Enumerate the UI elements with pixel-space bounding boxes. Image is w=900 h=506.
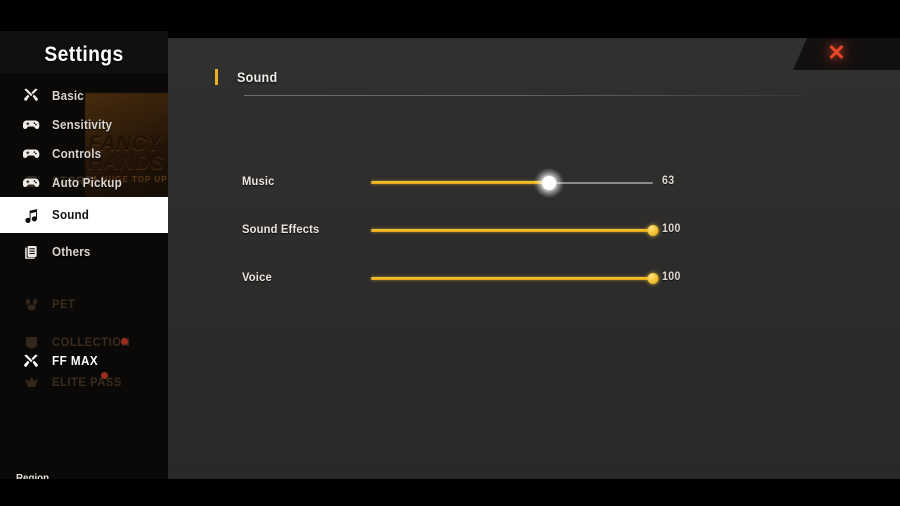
slider-knob[interactable] — [647, 273, 659, 284]
ghost-item-elite-pass: ELITE PASS — [0, 374, 127, 390]
sidebar-item-others[interactable]: Others — [0, 237, 168, 266]
slider-value: 100 — [662, 271, 681, 283]
slider-fill — [371, 229, 653, 232]
slider-row-music: Music 63 — [168, 162, 900, 210]
section-divider — [244, 95, 804, 96]
tools-icon — [22, 88, 40, 104]
letterbox-top — [0, 0, 900, 31]
page-title: Settings — [44, 43, 124, 66]
close-icon: ✕ — [827, 40, 846, 65]
sidebar-item-label: FF MAX — [52, 354, 99, 368]
music-slider[interactable] — [371, 168, 653, 198]
slider-value: 63 — [662, 175, 675, 187]
notification-dot — [121, 338, 128, 345]
sidebar-item-sound[interactable]: Sound — [0, 197, 168, 233]
sidebar-item-label: Controls — [52, 146, 102, 161]
sidebar-item-label: Auto Pickup — [52, 175, 122, 190]
section-header: Sound — [215, 69, 281, 85]
music-note-icon — [22, 207, 40, 223]
sidebar-item-label: Others — [52, 244, 91, 259]
ghost-item-pet: PET — [0, 296, 77, 312]
sidebar-item-auto-pickup[interactable]: Auto Pickup — [0, 168, 168, 197]
ghost-item-label: ELITE PASS — [52, 375, 122, 389]
slider-label: Music — [242, 174, 275, 188]
tools-icon — [22, 353, 40, 369]
sidebar: FANCY HANDS A HUGE TOP UP STORE PET COLL… — [0, 31, 168, 479]
slider-row-voice: Voice 100 — [168, 258, 900, 306]
slider-row-sound-effects: Sound Effects 100 — [168, 210, 900, 258]
gamepad-icon — [22, 146, 40, 162]
pet-icon — [22, 296, 40, 312]
slider-knob[interactable] — [647, 225, 659, 236]
sidebar-item-label: Sensitivity — [52, 117, 113, 132]
letterbox-bottom — [0, 479, 900, 506]
collection-icon — [22, 334, 40, 350]
ghost-item-collection: COLLECTION — [0, 334, 136, 350]
layers-icon — [22, 244, 40, 260]
sidebar-item-basic[interactable]: Basic — [0, 81, 168, 110]
sidebar-item-label: Basic — [52, 88, 84, 103]
elite-pass-icon — [22, 374, 40, 390]
ghost-item-label: COLLECTION — [52, 335, 131, 349]
voice-slider[interactable] — [371, 272, 659, 286]
region-block: Region Singapore — [16, 472, 67, 479]
section-title: Sound — [237, 69, 278, 85]
sidebar-nav: Basic Sensitivity Controls Auto Pickup S… — [0, 81, 168, 266]
slider-list: Music 63 Sound Effects 100 Voice 100 — [168, 162, 900, 306]
ghost-item-label: PET — [52, 297, 76, 311]
gamepad-icon — [22, 117, 40, 133]
slider-label: Voice — [242, 270, 272, 284]
slider-label: Sound Effects — [242, 222, 320, 236]
slider-value: 100 — [662, 223, 681, 235]
gamepad-icon — [22, 175, 40, 191]
sidebar-item-sensitivity[interactable]: Sensitivity — [0, 110, 168, 139]
sidebar-item-label: Sound — [52, 208, 90, 222]
slider-knob[interactable] — [541, 176, 556, 190]
slider-fill — [371, 181, 549, 184]
close-button[interactable]: ✕ — [793, 38, 900, 70]
slider-fill — [371, 277, 653, 280]
sidebar-item-ff-max[interactable]: FF MAX — [0, 353, 102, 369]
game-settings-screen: FANCY HANDS A HUGE TOP UP STORE PET COLL… — [0, 0, 900, 506]
region-label: Region — [16, 472, 50, 479]
sidebar-item-controls[interactable]: Controls — [0, 139, 168, 168]
sound-effects-slider[interactable] — [371, 224, 659, 238]
main-panel: ✕ Sound Music 63 Sound Effects 100 Voice… — [168, 38, 900, 479]
notification-dot — [101, 372, 108, 379]
section-accent-bar — [215, 69, 218, 85]
